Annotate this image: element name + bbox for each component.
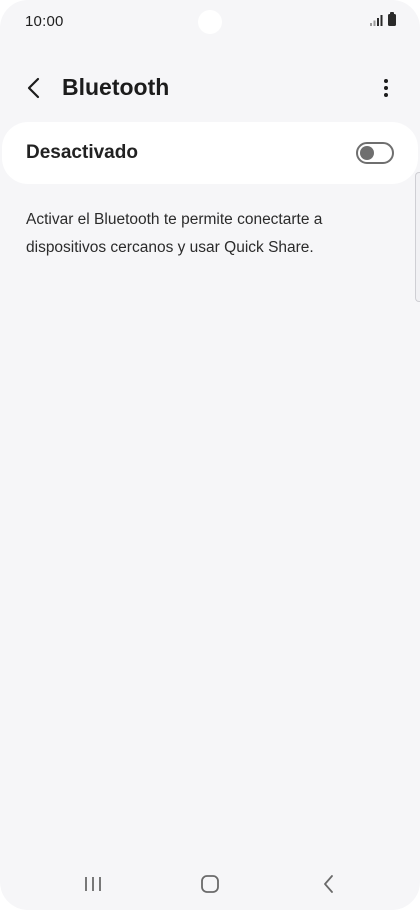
phone-screen: 10:00 Bluetooth Desactivado Activar el B… <box>0 0 420 910</box>
status-time: 10:00 <box>25 13 64 30</box>
status-icons <box>370 12 396 26</box>
navigation-bar <box>0 862 420 906</box>
app-bar: Bluetooth <box>0 60 420 116</box>
front-camera <box>198 10 222 34</box>
battery-icon <box>388 12 396 26</box>
bluetooth-toggle-row[interactable]: Desactivado <box>2 122 418 184</box>
bluetooth-description: Activar el Bluetooth te permite conectar… <box>26 211 323 256</box>
recents-button[interactable] <box>73 870 113 898</box>
switch-knob <box>360 146 374 160</box>
home-button[interactable] <box>190 870 230 898</box>
page-title: Bluetooth <box>62 74 170 100</box>
more-options-button[interactable] <box>374 72 398 104</box>
back-icon <box>324 875 333 893</box>
more-vertical-icon <box>384 79 388 97</box>
back-button[interactable] <box>18 72 50 104</box>
chevron-left-icon <box>27 77 40 99</box>
scroll-indicator[interactable] <box>415 172 420 302</box>
status-bar: 10:00 <box>0 0 420 44</box>
system-back-button[interactable] <box>309 870 349 898</box>
bluetooth-switch[interactable] <box>356 142 394 164</box>
bluetooth-toggle-label: Desactivado <box>26 142 138 163</box>
recents-icon <box>85 877 101 891</box>
home-icon <box>201 875 219 893</box>
signal-icon <box>370 15 383 26</box>
